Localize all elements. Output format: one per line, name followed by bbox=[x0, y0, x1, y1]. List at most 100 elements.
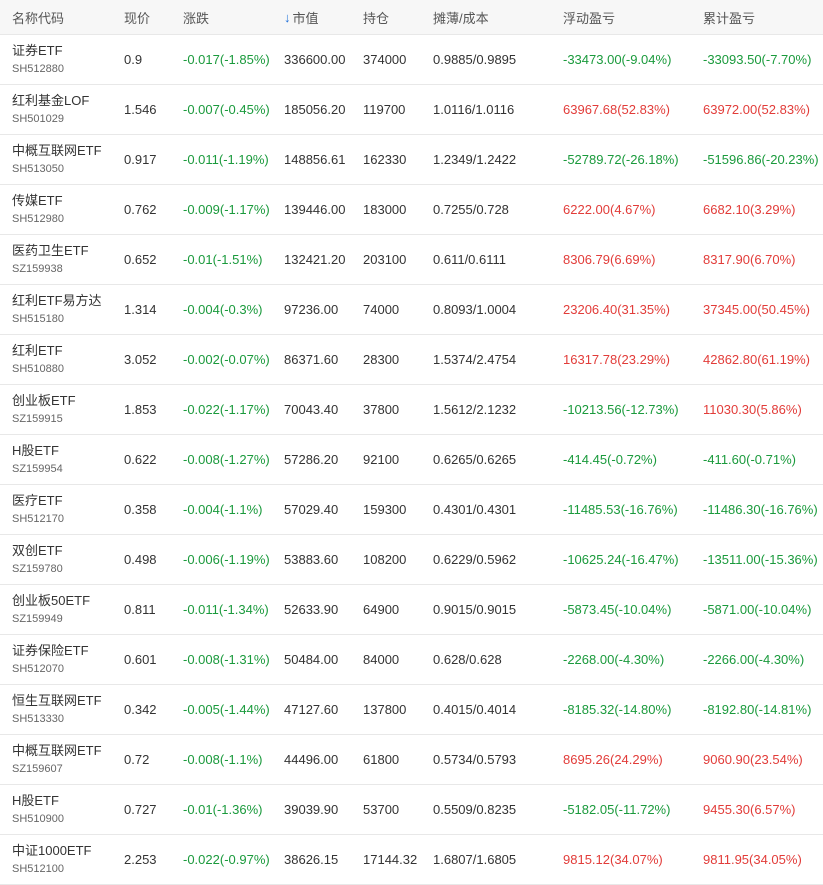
header-position[interactable]: 持仓 bbox=[363, 0, 389, 34]
fund-name[interactable]: 中概互联网ETF bbox=[12, 142, 102, 159]
header-name-code[interactable]: 名称代码 bbox=[12, 0, 64, 34]
table-row[interactable]: H股ETF SZ159954 0.622 -0.008(-1.27%) 57286.20… bbox=[0, 435, 823, 485]
float-pnl-cell: 8695.26(24.29%) bbox=[563, 752, 663, 767]
fund-name-code: 中概互联网ETF SZ159607 bbox=[12, 735, 102, 784]
change-cell: -0.022(-0.97%) bbox=[183, 852, 270, 867]
cost-cell: 0.9015/0.9015 bbox=[433, 602, 517, 617]
header-market-value[interactable]: ↓ 市值 bbox=[284, 0, 319, 34]
position-cell: 92100 bbox=[363, 452, 400, 467]
cum-pnl-cell: 9060.90(23.54%) bbox=[703, 752, 803, 767]
change-cell: -0.01(-1.36%) bbox=[183, 802, 263, 817]
price-cell: 0.498 bbox=[124, 552, 157, 567]
fund-name[interactable]: H股ETF bbox=[12, 792, 59, 809]
table-row[interactable]: 红利基金LOF SH501029 1.546 -0.007(-0.45%) 185056… bbox=[0, 85, 823, 135]
table-row[interactable]: 证券ETF SH512880 0.9 -0.017(-1.85%) 336600.00 3… bbox=[0, 35, 823, 85]
table-row[interactable]: 创业板ETF SZ159915 1.853 -0.022(-1.17%) 70043.4… bbox=[0, 385, 823, 435]
fund-name[interactable]: 医疗ETF bbox=[12, 492, 63, 509]
holdings-table: 名称代码 现价 涨跌 ↓ 市值 持仓 摊薄/成本 浮动盈亏 累计盈亏 证券ETF S… bbox=[0, 0, 823, 885]
table-row[interactable]: 中证1000ETF SH512100 2.253 -0.022(-0.97%) 3862… bbox=[0, 835, 823, 885]
float-pnl-cell: -52789.72(-26.18%) bbox=[563, 152, 679, 167]
price-cell: 0.727 bbox=[124, 802, 157, 817]
float-pnl-cell: -2268.00(-4.30%) bbox=[563, 652, 665, 667]
market-value-cell: 50484.00 bbox=[284, 652, 339, 667]
fund-code: SH513330 bbox=[12, 713, 64, 725]
price-cell: 0.601 bbox=[124, 652, 157, 667]
change-cell: -0.007(-0.45%) bbox=[183, 102, 270, 117]
table-header: 名称代码 现价 涨跌 ↓ 市值 持仓 摊薄/成本 浮动盈亏 累计盈亏 bbox=[0, 0, 823, 35]
fund-name-code: 双创ETF SZ159780 bbox=[12, 535, 63, 584]
fund-name[interactable]: 证券ETF bbox=[12, 42, 63, 59]
table-row[interactable]: 医疗ETF SH512170 0.358 -0.004(-1.1%) 57029.40 1… bbox=[0, 485, 823, 535]
table-row[interactable]: 红利ETF易方达 SH515180 1.314 -0.004(-0.3%) 97236.… bbox=[0, 285, 823, 335]
market-value-cell: 57029.40 bbox=[284, 502, 339, 517]
header-float-pnl[interactable]: 浮动盈亏 bbox=[563, 0, 615, 34]
cum-pnl-cell: -13511.00(-15.36%) bbox=[703, 552, 818, 567]
cost-cell: 1.5374/2.4754 bbox=[433, 352, 517, 367]
position-cell: 137800 bbox=[363, 702, 407, 717]
fund-name[interactable]: 创业板50ETF bbox=[12, 592, 90, 609]
fund-name[interactable]: 中证1000ETF bbox=[12, 842, 91, 859]
table-body: 证券ETF SH512880 0.9 -0.017(-1.85%) 336600.00 3… bbox=[0, 35, 823, 885]
fund-name-code: 医药卫生ETF SZ159938 bbox=[12, 235, 89, 284]
change-cell: -0.022(-1.17%) bbox=[183, 402, 270, 417]
table-row[interactable]: 红利ETF SH510880 3.052 -0.002(-0.07%) 86371.60… bbox=[0, 335, 823, 385]
cum-pnl-cell: 11030.30(5.86%) bbox=[703, 402, 802, 417]
cum-pnl-cell: 37345.00(50.45%) bbox=[703, 302, 810, 317]
market-value-cell: 39039.90 bbox=[284, 802, 339, 817]
cost-cell: 1.0116/1.0116 bbox=[433, 102, 515, 117]
fund-name[interactable]: 医药卫生ETF bbox=[12, 242, 89, 259]
fund-name[interactable]: 双创ETF bbox=[12, 542, 63, 559]
position-cell: 108200 bbox=[363, 552, 407, 567]
fund-name[interactable]: 红利ETF易方达 bbox=[12, 292, 102, 309]
table-row[interactable]: 双创ETF SZ159780 0.498 -0.006(-1.19%) 53883.60… bbox=[0, 535, 823, 585]
change-cell: -0.011(-1.19%) bbox=[183, 152, 269, 167]
market-value-cell: 132421.20 bbox=[284, 252, 346, 267]
table-row[interactable]: 医药卫生ETF SZ159938 0.652 -0.01(-1.51%) 132421.… bbox=[0, 235, 823, 285]
position-cell: 74000 bbox=[363, 302, 400, 317]
fund-name[interactable]: 红利ETF bbox=[12, 342, 63, 359]
fund-code: SH512170 bbox=[12, 513, 64, 525]
fund-name[interactable]: 证券保险ETF bbox=[12, 642, 89, 659]
table-row[interactable]: 创业板50ETF SZ159949 0.811 -0.011(-1.34%) 52633… bbox=[0, 585, 823, 635]
header-cost[interactable]: 摊薄/成本 bbox=[433, 0, 489, 34]
float-pnl-cell: -5182.05(-11.72%) bbox=[563, 802, 671, 817]
position-cell: 203100 bbox=[363, 252, 407, 267]
change-cell: -0.004(-0.3%) bbox=[183, 302, 263, 317]
fund-name[interactable]: 中概互联网ETF bbox=[12, 742, 102, 759]
fund-name[interactable]: 创业板ETF bbox=[12, 392, 76, 409]
table-row[interactable]: 恒生互联网ETF SH513330 0.342 -0.005(-1.44%) 47127… bbox=[0, 685, 823, 735]
float-pnl-cell: -33473.00(-9.04%) bbox=[563, 52, 672, 67]
header-price[interactable]: 现价 bbox=[124, 0, 150, 34]
cum-pnl-cell: 42862.80(61.19%) bbox=[703, 352, 810, 367]
fund-name[interactable]: 恒生互联网ETF bbox=[12, 692, 102, 709]
price-cell: 1.853 bbox=[124, 402, 157, 417]
float-pnl-cell: 63967.68(52.83%) bbox=[563, 102, 670, 117]
table-row[interactable]: 传媒ETF SH512980 0.762 -0.009(-1.17%) 139446.0… bbox=[0, 185, 823, 235]
float-pnl-cell: -5873.45(-10.04%) bbox=[563, 602, 672, 617]
change-cell: -0.01(-1.51%) bbox=[183, 252, 263, 267]
fund-name[interactable]: H股ETF bbox=[12, 442, 59, 459]
fund-name[interactable]: 红利基金LOF bbox=[12, 92, 89, 109]
table-row[interactable]: 证券保险ETF SH512070 0.601 -0.008(-1.31%) 50484.… bbox=[0, 635, 823, 685]
cost-cell: 0.5734/0.5793 bbox=[433, 752, 517, 767]
price-cell: 0.9 bbox=[124, 52, 143, 67]
price-cell: 0.72 bbox=[124, 752, 150, 767]
cost-cell: 1.5612/2.1232 bbox=[433, 402, 517, 417]
cost-cell: 0.9885/0.9895 bbox=[433, 52, 517, 67]
fund-name-code: H股ETF SH510900 bbox=[12, 785, 64, 834]
float-pnl-cell: 16317.78(23.29%) bbox=[563, 352, 670, 367]
fund-name[interactable]: 传媒ETF bbox=[12, 192, 63, 209]
table-row[interactable]: 中概互联网ETF SH513050 0.917 -0.011(-1.19%) 14885… bbox=[0, 135, 823, 185]
cost-cell: 0.8093/1.0004 bbox=[433, 302, 517, 317]
fund-code: SH515180 bbox=[12, 313, 64, 325]
table-row[interactable]: H股ETF SH510900 0.727 -0.01(-1.36%) 39039.90 5… bbox=[0, 785, 823, 835]
fund-name-code: 证券ETF SH512880 bbox=[12, 35, 64, 84]
cum-pnl-cell: -411.60(-0.71%) bbox=[703, 452, 796, 467]
fund-name-code: 传媒ETF SH512980 bbox=[12, 185, 64, 234]
header-cum-pnl[interactable]: 累计盈亏 bbox=[703, 0, 755, 34]
market-value-cell: 86371.60 bbox=[284, 352, 339, 367]
table-row[interactable]: 中概互联网ETF SZ159607 0.72 -0.008(-1.1%) 44496.0… bbox=[0, 735, 823, 785]
fund-code: SH513050 bbox=[12, 163, 64, 175]
market-value-cell: 97236.00 bbox=[284, 302, 339, 317]
header-change[interactable]: 涨跌 bbox=[183, 0, 209, 34]
